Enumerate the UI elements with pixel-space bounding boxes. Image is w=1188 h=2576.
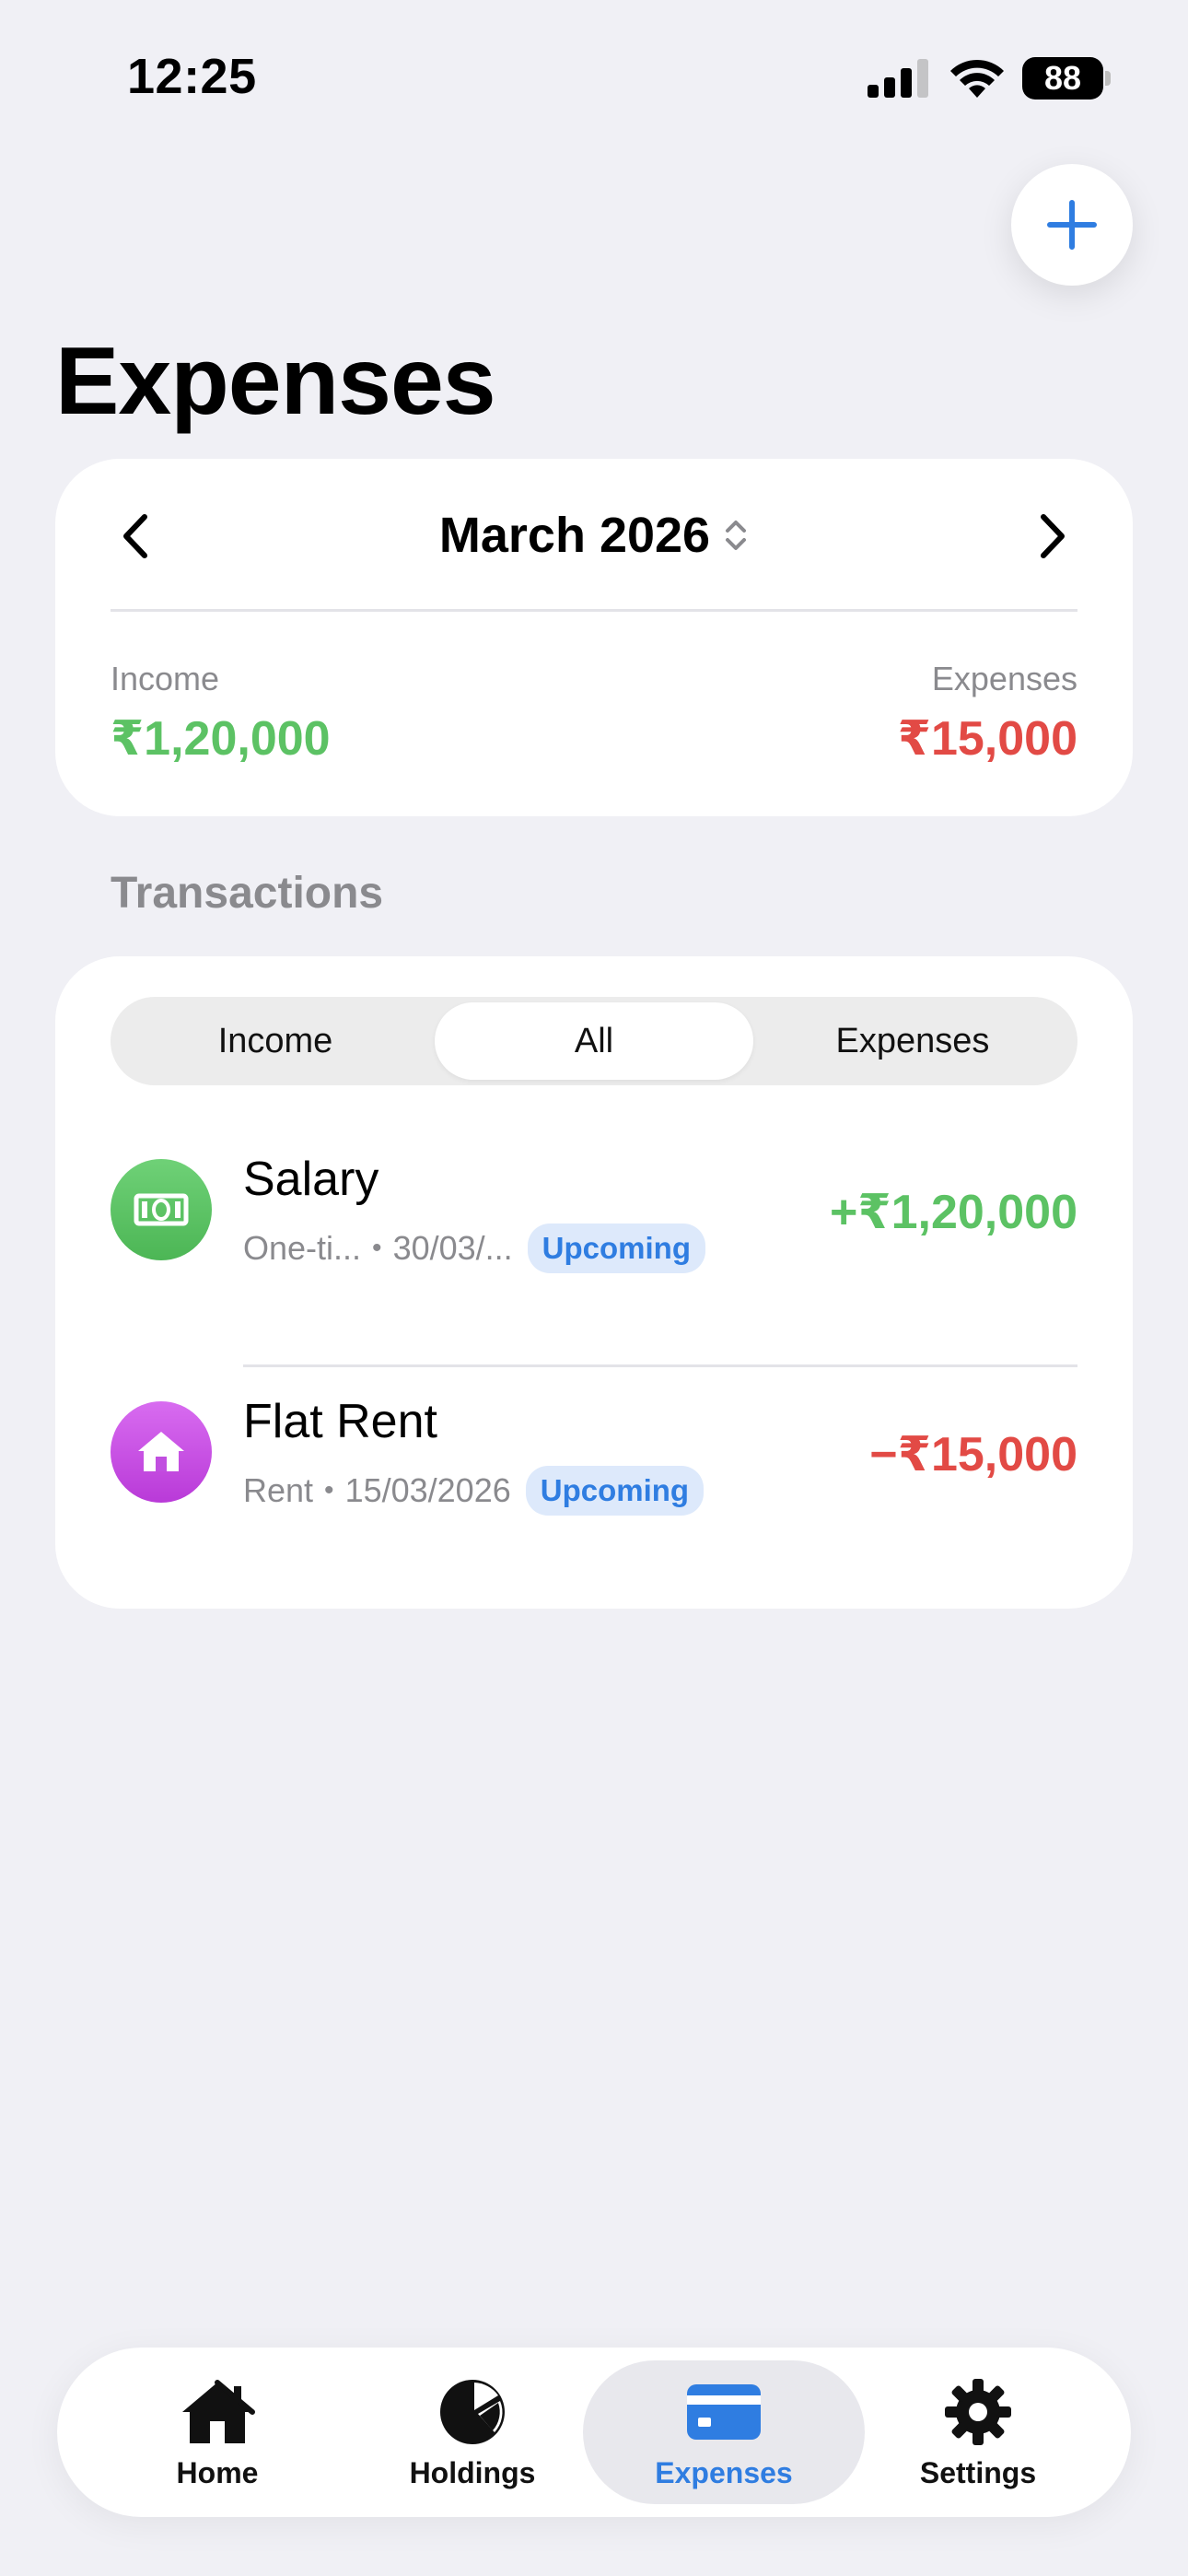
month-picker[interactable]: March 2026 — [55, 507, 1133, 564]
wifi-icon — [950, 59, 1004, 98]
transaction-icon — [111, 1401, 212, 1503]
segment-all[interactable]: All — [435, 1002, 753, 1080]
divider — [111, 609, 1077, 612]
income-total: ₹1,20,000 — [111, 712, 331, 766]
tab-holdings[interactable]: Holdings — [345, 2348, 600, 2517]
transaction-date: 15/03/2026 — [344, 1471, 511, 1509]
transactions-heading: Transactions — [111, 869, 384, 918]
transaction-filter-segmented-control: Income All Expenses — [111, 997, 1077, 1085]
battery-level: 88 — [1043, 59, 1082, 97]
gear-icon — [945, 2378, 1011, 2445]
page-title: Expenses — [55, 328, 496, 435]
chevron-up-down-icon — [726, 521, 747, 550]
income-label: Income — [111, 660, 220, 697]
month-summary-card: March 2026 Income ₹1,20,000 Expenses ₹15… — [55, 459, 1133, 816]
transaction-category: Rent — [243, 1471, 314, 1509]
transaction-meta: One-ti... • 30/03/... Upcoming — [243, 1224, 705, 1273]
transaction-amount: +₹1,20,000 — [830, 1186, 1077, 1239]
signal-icon — [868, 59, 928, 98]
month-label: March 2026 — [438, 508, 711, 563]
segment-expenses[interactable]: Expenses — [753, 1002, 1072, 1080]
tab-label: Holdings — [409, 2455, 536, 2489]
banknote-icon — [134, 1193, 189, 1226]
credit-card-icon — [687, 2383, 761, 2440]
tab-bar: Home Holdings Expenses Settings — [57, 2348, 1131, 2517]
next-month-button[interactable] — [1026, 509, 1081, 564]
transaction-meta: Rent • 15/03/2026 Upcoming — [243, 1466, 705, 1516]
tab-expenses[interactable]: Expenses — [597, 2348, 851, 2517]
tab-label: Expenses — [655, 2455, 793, 2489]
chevron-right-icon — [1041, 514, 1065, 558]
separator-dot: • — [324, 1475, 334, 1505]
expenses-total: ₹15,000 — [897, 712, 1077, 766]
status-bar: 12:25 88 — [0, 0, 1188, 157]
transaction-row-salary[interactable]: Salary One-ti... • 30/03/... Upcoming +₹… — [111, 1124, 1077, 1290]
status-badge: Upcoming — [525, 1466, 705, 1516]
separator-dot: • — [372, 1233, 382, 1263]
transaction-row-flat-rent[interactable]: Flat Rent Rent • 15/03/2026 Upcoming −₹1… — [111, 1366, 1077, 1532]
transaction-category: One-ti... — [243, 1229, 362, 1267]
status-badge: Upcoming — [527, 1224, 705, 1273]
house-icon — [138, 1432, 184, 1471]
tab-label: Home — [176, 2455, 259, 2489]
transaction-name: Flat Rent — [243, 1395, 437, 1448]
transactions-card: Income All Expenses Salary One-ti... • 3… — [55, 956, 1133, 1609]
house-icon — [182, 2379, 255, 2443]
pie-chart-icon — [440, 2379, 505, 2444]
plus-icon — [1047, 200, 1097, 250]
transaction-amount: −₹15,000 — [869, 1428, 1077, 1481]
segment-income[interactable]: Income — [116, 1002, 435, 1080]
tab-home[interactable]: Home — [90, 2348, 344, 2517]
add-button[interactable] — [1011, 164, 1133, 286]
expenses-label: Expenses — [931, 660, 1077, 697]
transaction-date: 30/03/... — [392, 1229, 513, 1267]
transaction-icon — [111, 1159, 212, 1260]
tab-label: Settings — [919, 2455, 1037, 2489]
status-time: 12:25 — [127, 49, 257, 104]
tab-settings[interactable]: Settings — [851, 2348, 1105, 2517]
battery-icon: 88 — [1022, 57, 1111, 100]
transaction-name: Salary — [243, 1153, 379, 1206]
